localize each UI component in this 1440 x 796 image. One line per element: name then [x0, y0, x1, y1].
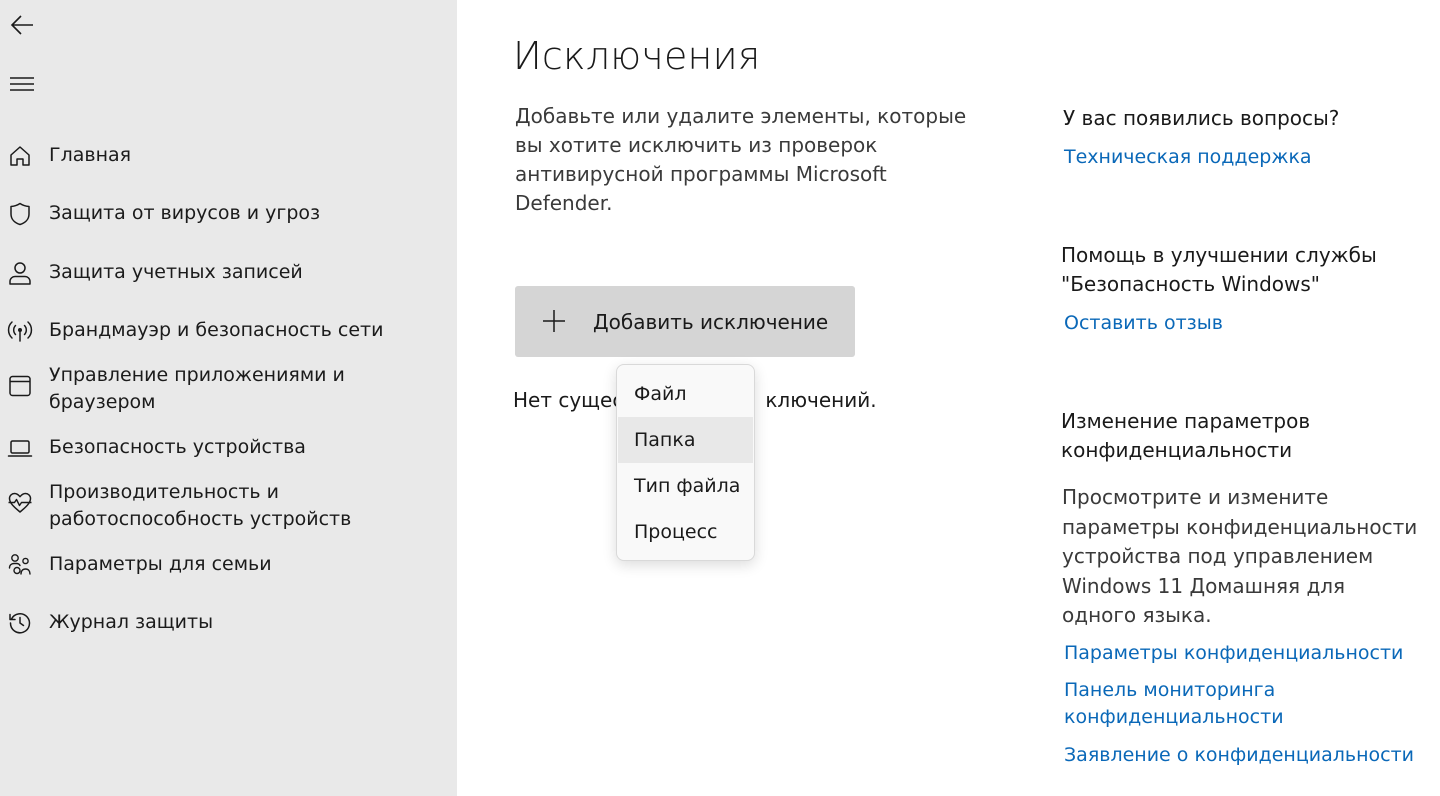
- page-description: Добавьте или удалите элементы, которые в…: [515, 104, 967, 215]
- sidebar-item-label: Параметры для семьи: [49, 553, 272, 575]
- arrow-left-icon: [9, 14, 35, 36]
- privacy-dashboard-link[interactable]: Панель мониторинга конфиденциальности: [1064, 677, 1364, 731]
- sidebar-item-account-protection[interactable]: Защита учетных записей: [0, 258, 457, 287]
- sidebar-item-firewall[interactable]: Брандмауэр и безопасность сети: [0, 316, 457, 345]
- menu-item-file-type[interactable]: Тип файла: [618, 463, 753, 509]
- history-icon: [6, 609, 34, 637]
- sidebar-item-label: Брандмауэр и безопасность сети: [49, 319, 384, 341]
- menu-item-process[interactable]: Процесс: [618, 509, 753, 555]
- hamburger-icon: [9, 76, 35, 92]
- sidebar-item-family-options[interactable]: Параметры для семьи: [0, 550, 457, 579]
- sidebar-item-label: Производительность и работоспособность у…: [49, 481, 352, 530]
- main-content: Исключения Добавьте или удалите элементы…: [457, 0, 1440, 796]
- shield-icon: [6, 200, 34, 228]
- app-window-icon: [6, 372, 34, 400]
- home-icon: [6, 142, 34, 170]
- no-exclusions-text-right: ключений.: [765, 388, 877, 412]
- sidebar-item-label: Главная: [49, 144, 132, 166]
- add-exclusion-label: Добавить исключение: [593, 309, 829, 334]
- privacy-settings-link[interactable]: Параметры конфиденциальности: [1064, 640, 1424, 667]
- menu-item-file[interactable]: Файл: [618, 371, 753, 417]
- family-icon: [6, 551, 34, 579]
- wireless-icon: [6, 317, 34, 345]
- laptop-icon: [6, 434, 34, 462]
- heart-pulse-icon: [6, 489, 34, 517]
- add-exclusion-button[interactable]: Добавить исключение: [515, 286, 855, 357]
- privacy-statement-link[interactable]: Заявление о конфиденциальности: [1064, 742, 1424, 769]
- sidebar-item-device-security[interactable]: Безопасность устройства: [0, 433, 457, 462]
- back-button[interactable]: [4, 7, 40, 43]
- sidebar-item-label: Журнал защиты: [49, 611, 214, 633]
- sidebar-item-device-performance[interactable]: Производительность и работоспособность у…: [0, 479, 457, 535]
- sidebar-item-virus-protection[interactable]: Защита от вирусов и угроз: [0, 199, 457, 228]
- sidebar-item-label: Безопасность устройства: [49, 436, 306, 458]
- menu-item-folder[interactable]: Папка: [618, 417, 753, 463]
- support-link[interactable]: Техническая поддержка: [1064, 144, 1424, 171]
- sidebar: Главная Защита от вирусов и угроз Защита…: [0, 0, 457, 796]
- improve-heading: Помощь в улучшении службы "Безопасность …: [1061, 243, 1377, 296]
- page-title: Исключения: [513, 34, 761, 78]
- sidebar-item-home[interactable]: Главная: [0, 141, 457, 170]
- sidebar-item-app-browser-control[interactable]: Управление приложениями и браузером: [0, 362, 457, 418]
- privacy-description: Просмотрите и измените параметры конфиде…: [1062, 485, 1418, 627]
- questions-heading: У вас появились вопросы?: [1063, 106, 1340, 130]
- sidebar-item-label: Защита учетных записей: [49, 261, 303, 283]
- person-icon: [6, 259, 34, 287]
- privacy-heading: Изменение параметров конфиденциальности: [1061, 409, 1311, 462]
- sidebar-item-label: Защита от вирусов и угроз: [49, 202, 321, 224]
- menu-button[interactable]: [4, 66, 40, 102]
- sidebar-item-protection-history[interactable]: Журнал защиты: [0, 608, 457, 637]
- add-exclusion-dropdown-menu: Файл Папка Тип файла Процесс: [616, 364, 755, 561]
- sidebar-item-label: Управление приложениями и браузером: [49, 364, 345, 413]
- feedback-link[interactable]: Оставить отзыв: [1064, 310, 1424, 337]
- plus-icon: [541, 308, 567, 334]
- no-exclusions-text-left: Нет сущес: [513, 388, 624, 412]
